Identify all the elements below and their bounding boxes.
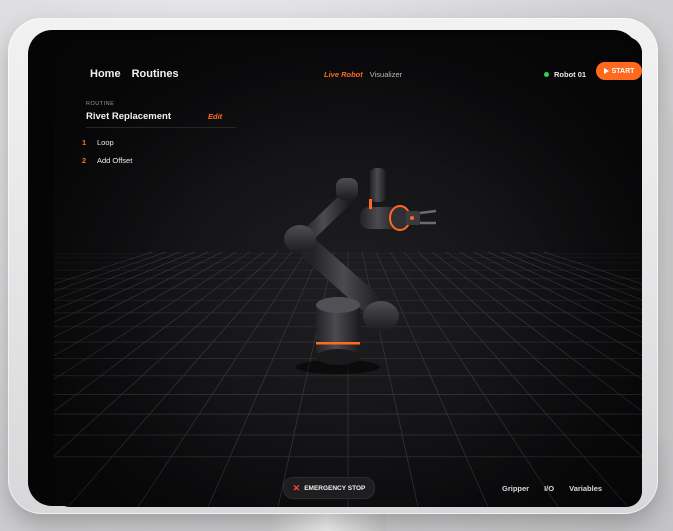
- routine-divider: [86, 127, 236, 128]
- tab-gripper[interactable]: Gripper: [502, 484, 529, 493]
- main-nav: Home Routines: [90, 68, 179, 80]
- app-screen: Home Routines Live Robot Visualizer Robo…: [54, 37, 642, 507]
- tab-live-robot[interactable]: Live Robot: [324, 70, 363, 79]
- routine-step[interactable]: 2 Add Offset: [82, 156, 132, 165]
- emergency-stop-label: EMERGENCY STOP: [304, 484, 366, 492]
- robot-name: Robot 01: [554, 70, 587, 79]
- start-button[interactable]: START: [596, 62, 642, 80]
- routine-title: Rivet Replacement: [86, 111, 172, 122]
- scene-background: Home Routines Live Robot Visualizer Robo…: [0, 0, 673, 531]
- tab-visualizer[interactable]: Visualizer: [370, 70, 402, 79]
- edit-routine-button[interactable]: Edit: [208, 112, 222, 121]
- tablet-device: Home Routines Live Robot Visualizer Robo…: [8, 18, 658, 514]
- routine-step[interactable]: 1 Loop: [82, 138, 114, 147]
- tab-io[interactable]: I/O: [544, 484, 554, 493]
- close-icon: ✕: [292, 482, 301, 493]
- emergency-stop-button[interactable]: ✕ EMERGENCY STOP: [283, 477, 375, 499]
- play-icon: [603, 68, 609, 74]
- nav-routines[interactable]: Routines: [132, 68, 179, 80]
- step-label: Add Offset: [97, 156, 133, 165]
- robot-arm-model[interactable]: [54, 37, 642, 507]
- step-number: 2: [82, 156, 87, 165]
- bottom-tabs: Gripper I/O Variables: [502, 484, 602, 493]
- step-label: Loop: [97, 138, 114, 147]
- routine-kicker: ROUTINE: [86, 101, 115, 107]
- step-number: 1: [82, 138, 87, 147]
- start-button-label: START: [611, 67, 635, 75]
- tab-variables[interactable]: Variables: [569, 484, 602, 493]
- robot-status[interactable]: Robot 01: [544, 70, 586, 79]
- status-dot-icon: [544, 72, 549, 77]
- nav-home[interactable]: Home: [90, 68, 121, 80]
- tablet-bezel: Home Routines Live Robot Visualizer Robo…: [28, 30, 642, 507]
- view-tabs: Live Robot Visualizer: [324, 70, 402, 79]
